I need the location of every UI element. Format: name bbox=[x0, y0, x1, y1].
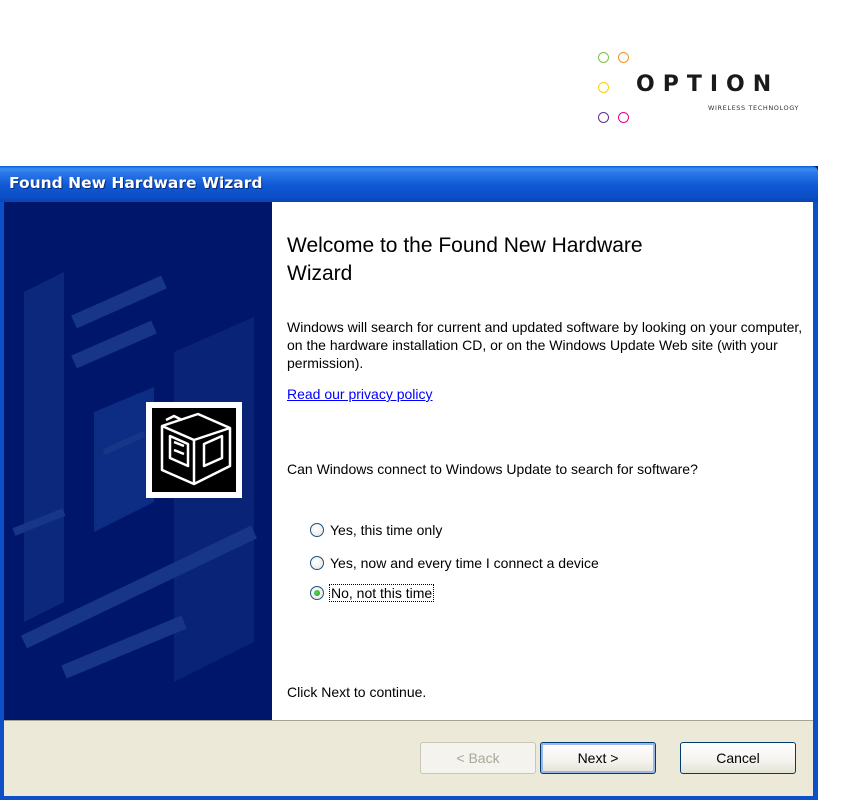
option-label: Yes, this time only bbox=[330, 522, 443, 538]
option-yes-this-time[interactable]: Yes, this time only bbox=[310, 520, 442, 540]
logo-ring-icon bbox=[618, 52, 629, 63]
brand-name: OPTION bbox=[636, 72, 780, 97]
radio-button-selected[interactable] bbox=[310, 586, 324, 600]
option-label: No, not this time bbox=[328, 584, 435, 602]
title-bar[interactable]: Found New Hardware Wizard bbox=[0, 166, 818, 202]
brand-tagline: WIRELESS TECHNOLOGY bbox=[708, 104, 800, 112]
next-button[interactable]: Next > bbox=[540, 742, 656, 774]
radio-button[interactable] bbox=[310, 556, 324, 570]
update-question: Can Windows connect to Windows Update to… bbox=[287, 461, 698, 477]
hardware-card-icon bbox=[146, 402, 242, 498]
continue-instruction: Click Next to continue. bbox=[287, 684, 427, 700]
option-yes-every-time[interactable]: Yes, now and every time I connect a devi… bbox=[310, 553, 599, 573]
button-bar: < Back Next > Cancel bbox=[4, 720, 813, 796]
option-label: Yes, now and every time I connect a devi… bbox=[330, 555, 599, 571]
privacy-policy-link[interactable]: Read our privacy policy bbox=[287, 386, 433, 402]
option-logo: OPTION WIRELESS TECHNOLOGY bbox=[598, 50, 828, 140]
wizard-banner bbox=[4, 202, 272, 720]
logo-ring-icon bbox=[598, 112, 609, 123]
option-no-not-this-time[interactable]: No, not this time bbox=[310, 583, 435, 603]
intro-text: Windows will search for current and upda… bbox=[287, 319, 803, 371]
logo-ring-icon bbox=[598, 82, 609, 93]
page-title: Welcome to the Found New Hardware Wizard bbox=[287, 234, 643, 285]
back-button[interactable]: < Back bbox=[420, 742, 536, 774]
window-frame-right bbox=[813, 202, 818, 800]
logo-ring-icon bbox=[618, 112, 629, 123]
cancel-button[interactable]: Cancel bbox=[680, 742, 796, 774]
window-frame-bottom bbox=[0, 796, 818, 800]
window-title: Found New Hardware Wizard bbox=[9, 174, 263, 192]
logo-ring-icon bbox=[598, 52, 609, 63]
radio-button[interactable] bbox=[310, 523, 324, 537]
